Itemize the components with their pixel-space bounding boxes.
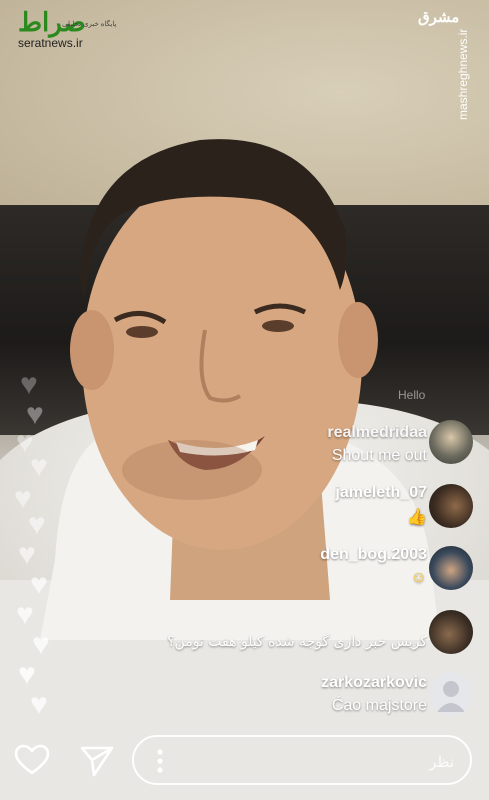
comment-text: Shout me out [331,447,427,464]
more-options-button[interactable] [156,748,164,779]
comment-input[interactable] [190,747,456,777]
default-avatar-icon [437,681,465,712]
mashregh-url: mashreghnews.ir [456,28,470,120]
heart-icon: ♥ [28,508,46,541]
seratnews-watermark: صراط پایگاه خبری تحلیلی seratnews.ir [18,8,116,50]
heart-icon: ♥ [18,538,36,571]
heart-icon: ♥ [30,450,48,483]
heart-icon: ♥ [32,628,50,661]
seratnews-tagline: پایگاه خبری تحلیلی [62,21,117,28]
comment-text: Ćao majstore [331,697,427,714]
comment-avatar[interactable] [429,672,473,716]
mashregh-logo: مشرق [418,9,460,26]
live-comment: den_bog.2003 ☺ [320,546,427,587]
seratnews-url: seratnews.ir [18,36,83,50]
comment-username[interactable]: jameleth_07 [335,484,427,502]
comment-composer[interactable] [132,735,472,785]
comment-text: کریس خبر داری گوجه شده کیلو هفت تومن؟ [167,634,427,650]
live-video-stage: صراط پایگاه خبری تحلیلی seratnews.ir مشر… [0,0,489,800]
heart-icon: ♥ [16,598,34,631]
like-button[interactable] [14,744,50,781]
paper-plane-icon [80,746,114,777]
floating-hearts: ♥ ♥ ♥ ♥ ♥ ♥ ♥ ♥ ♥ ♥ ♥ ♥ [10,360,60,740]
comment-username[interactable]: realmedridaa [327,424,427,442]
comment-avatar[interactable] [429,546,473,590]
live-comment: کریس خبر داری گوجه شده کیلو هفت تومن؟ [167,634,427,650]
faded-greeting-text: Hello [398,388,426,402]
heart-icon: ♥ [30,568,48,601]
comment-text: ☺ [410,569,427,586]
live-comment: realmedridaa Shout me out [327,424,427,465]
live-comment: jameleth_07 👍 [335,484,427,527]
comment-text: 👍 [407,509,427,526]
heart-icon: ♥ [20,368,38,401]
heart-icon: ♥ [30,688,48,721]
vertical-dots-icon [157,749,163,773]
share-button[interactable] [80,745,114,782]
heart-icon: ♥ [18,658,36,691]
comment-avatar[interactable] [429,484,473,528]
comment-username[interactable]: den_bog.2003 [320,546,427,564]
live-controls-bar [0,730,489,800]
comment-avatar[interactable] [429,610,473,654]
heart-outline-icon [14,744,50,775]
live-comment: zarkozarkovic Ćao majstore [321,674,427,715]
comment-avatar[interactable] [429,420,473,464]
comment-username[interactable]: zarkozarkovic [321,674,427,692]
